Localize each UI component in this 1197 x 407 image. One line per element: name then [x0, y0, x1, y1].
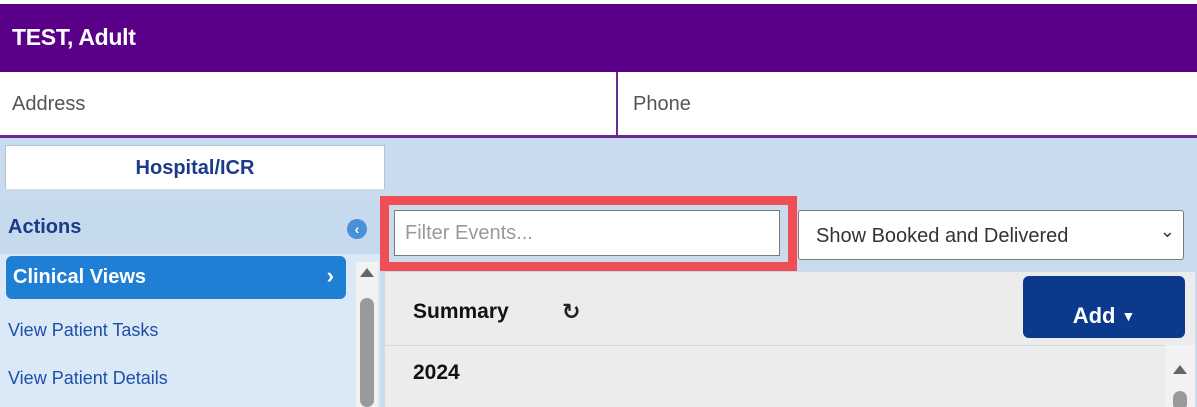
- sidebar-scrollbar[interactable]: [356, 262, 378, 407]
- year-label: 2024: [413, 361, 460, 384]
- patient-contact-row: Address Phone: [0, 72, 1197, 138]
- scroll-up-arrow-icon[interactable]: [1173, 365, 1187, 374]
- chevron-right-icon: ›: [326, 263, 334, 288]
- year-group-row[interactable]: 2024: [385, 345, 1165, 399]
- caret-down-icon: ▼: [1121, 308, 1136, 324]
- summary-panel: Summary ↻ Add ▼ 2024: [385, 272, 1195, 407]
- event-select-value: Show Booked and Delivered: [816, 225, 1069, 247]
- patient-address: Address: [0, 72, 618, 135]
- patient-name: TEST, Adult: [12, 24, 136, 50]
- scrollbar-thumb[interactable]: [1173, 391, 1187, 407]
- tab-strip: Hospital/ICR: [0, 138, 1197, 196]
- add-button[interactable]: Add ▼: [1023, 276, 1185, 338]
- scrollbar-thumb[interactable]: [360, 298, 374, 407]
- chevron-left-circle-icon[interactable]: ‹: [347, 219, 367, 239]
- event-status-select[interactable]: Show Booked and Delivered ⌄: [798, 210, 1184, 260]
- events-panel: Show Booked and Delivered ⌄ Summary ↻ Ad…: [380, 196, 1197, 407]
- actions-title: Actions: [8, 216, 82, 238]
- sidebar-item-clinical-views[interactable]: Clinical Views ›: [6, 256, 346, 299]
- chevron-down-icon: ⌄: [1155, 221, 1175, 242]
- actions-header: Actions ‹: [0, 200, 380, 254]
- scroll-up-arrow-icon[interactable]: [360, 268, 374, 277]
- filter-highlight-box: [380, 196, 797, 271]
- sidebar-item-view-patient-tasks[interactable]: View Patient Tasks: [8, 320, 158, 341]
- sidebar-item-label: Clinical Views: [13, 266, 147, 288]
- sidebar-item-view-patient-details[interactable]: View Patient Details: [8, 368, 168, 389]
- patient-phone: Phone: [633, 93, 691, 115]
- events-scrollbar[interactable]: [1165, 345, 1195, 407]
- refresh-icon[interactable]: ↻: [562, 299, 580, 325]
- patient-banner: TEST, Adult: [0, 0, 1197, 80]
- actions-sidebar: Actions ‹ Clinical Views › View Patient …: [0, 200, 380, 407]
- tab-hospital-icr[interactable]: Hospital/ICR: [5, 145, 385, 189]
- add-button-label: Add: [1072, 303, 1116, 328]
- summary-title: Summary: [413, 300, 509, 323]
